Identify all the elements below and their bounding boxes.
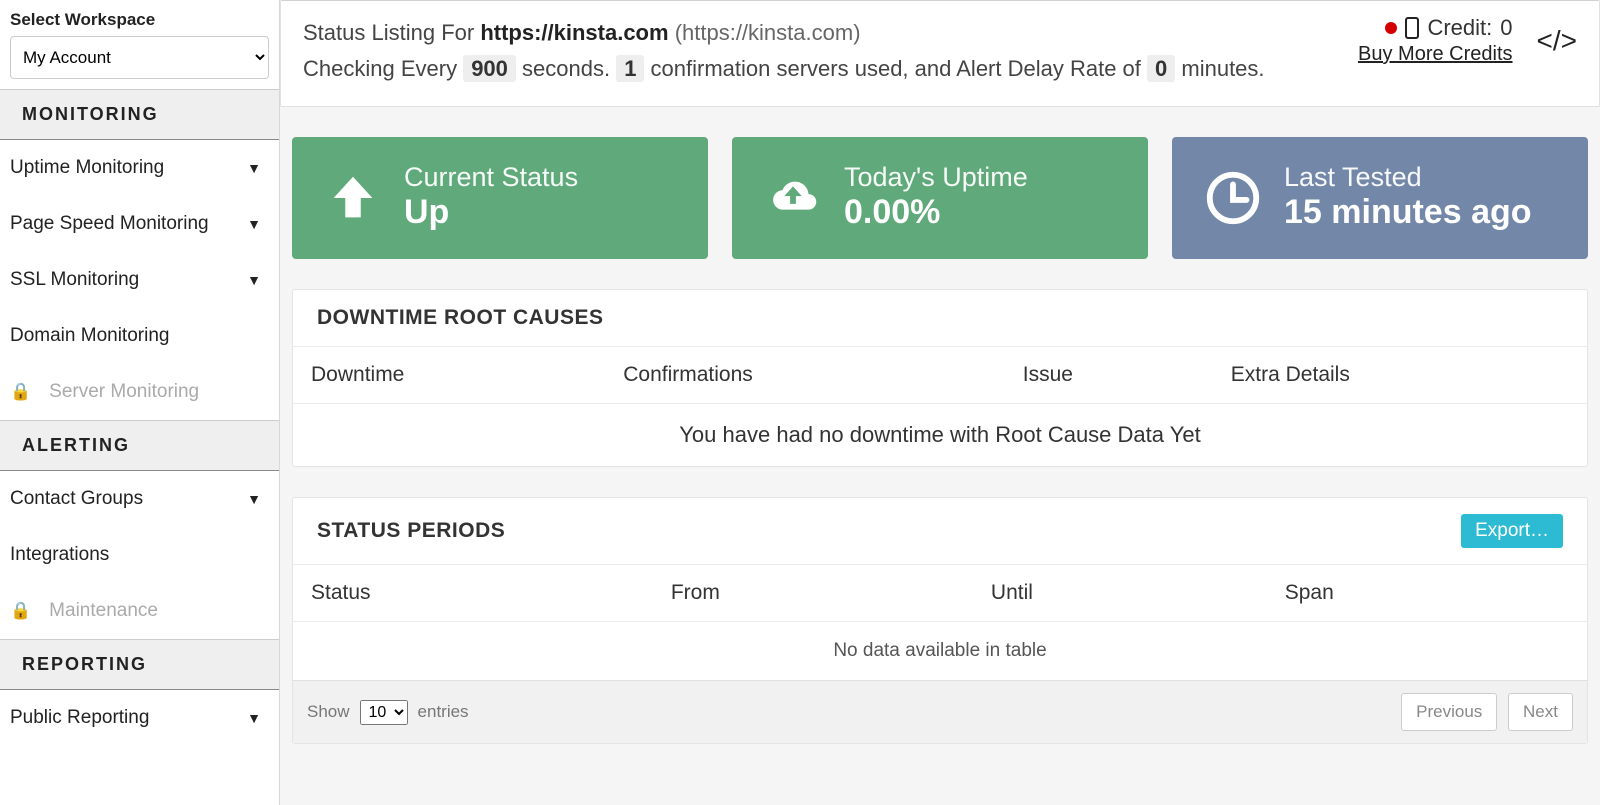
card-status-label: Current Status <box>404 163 578 193</box>
column-from: From <box>653 565 973 622</box>
lock-icon: 🔒 <box>10 601 31 621</box>
previous-button[interactable]: Previous <box>1401 693 1497 731</box>
chevron-down-icon: ▼ <box>247 272 261 288</box>
sidebar-item-public-reporting[interactable]: Public Reporting ▼ <box>0 690 279 746</box>
sidebar-item-label: Integrations <box>10 544 109 566</box>
sidebar-item-label: SSL Monitoring <box>10 269 139 291</box>
buy-credits-link[interactable]: Buy More Credits <box>1358 43 1513 66</box>
cloud-upload-icon <box>762 167 824 229</box>
sidebar-item-contact-groups[interactable]: Contact Groups ▼ <box>0 471 279 527</box>
sidebar-item-integrations[interactable]: Integrations <box>0 527 279 583</box>
downtime-title: DOWNTIME ROOT CAUSES <box>317 306 604 330</box>
sidebar-item-label: Contact Groups <box>10 488 143 510</box>
sidebar-item-label: Domain Monitoring <box>10 325 169 347</box>
sidebar-item-label: Server Monitoring <box>49 381 199 403</box>
periods-panel: STATUS PERIODS Export… StatusFromUntilSp… <box>292 497 1588 744</box>
column-status: Status <box>293 565 653 622</box>
delay-chip: 0 <box>1147 55 1175 82</box>
sidebar-item-page-speed-monitoring[interactable]: Page Speed Monitoring ▼ <box>0 196 279 252</box>
card-tested-value: 15 minutes ago <box>1284 192 1532 233</box>
main-content: Status Listing For https://kinsta.com (h… <box>280 0 1600 805</box>
status-dot-icon <box>1385 22 1397 34</box>
card-tested-label: Last Tested <box>1284 163 1532 193</box>
card-uptime-label: Today's Uptime <box>844 163 1028 193</box>
code-icon[interactable]: </> <box>1537 25 1577 57</box>
card-current-status: Current Status Up <box>292 137 708 259</box>
card-uptime-value: 0.00% <box>844 192 1028 233</box>
show-label: Show <box>307 702 350 722</box>
sidebar-item-uptime-monitoring[interactable]: Uptime Monitoring ▼ <box>0 140 279 196</box>
arrow-up-icon <box>322 167 384 229</box>
confirm-chip: 1 <box>616 55 644 82</box>
sidebar-item-label: Uptime Monitoring <box>10 157 164 179</box>
downtime-empty: You have had no downtime with Root Cause… <box>293 403 1587 466</box>
status-listing-bar: Status Listing For https://kinsta.com (h… <box>280 0 1600 107</box>
section-alerting: ALERTING <box>0 420 279 471</box>
delay-suffix: minutes. <box>1175 56 1264 81</box>
check-every-label: Checking Every <box>303 56 463 81</box>
entries-label: entries <box>418 702 469 722</box>
next-button[interactable]: Next <box>1508 693 1573 731</box>
downtime-panel: DOWNTIME ROOT CAUSES DowntimeConfirmatio… <box>292 289 1588 467</box>
column-issue: Issue <box>1005 347 1213 404</box>
chevron-down-icon: ▼ <box>247 216 261 232</box>
column-span: Span <box>1267 565 1587 622</box>
card-last-tested: Last Tested 15 minutes ago <box>1172 137 1588 259</box>
clock-icon <box>1202 167 1264 229</box>
column-downtime: Downtime <box>293 347 605 404</box>
column-extra-details: Extra Details <box>1213 347 1587 404</box>
lock-icon: 🔒 <box>10 382 31 402</box>
page-size-select[interactable]: 10 <box>360 700 408 725</box>
phone-icon <box>1405 17 1419 39</box>
chevron-down-icon: ▼ <box>247 160 261 176</box>
sidebar-item-maintenance: 🔒 Maintenance <box>0 583 279 639</box>
sidebar-item-domain-monitoring[interactable]: Domain Monitoring <box>0 308 279 364</box>
status-prefix: Status Listing For <box>303 20 480 45</box>
export-button[interactable]: Export… <box>1461 514 1563 548</box>
sidebar-item-label: Public Reporting <box>10 707 149 729</box>
workspace-label: Select Workspace <box>0 4 279 36</box>
seconds-suffix: seconds. <box>516 56 616 81</box>
sidebar-item-label: Maintenance <box>49 600 158 622</box>
credit-value: 0 <box>1500 15 1512 41</box>
status-url: https://kinsta.com <box>480 20 668 45</box>
sidebar-item-label: Page Speed Monitoring <box>10 213 209 235</box>
column-confirmations: Confirmations <box>605 347 1005 404</box>
chevron-down-icon: ▼ <box>247 710 261 726</box>
section-monitoring: MONITORING <box>0 89 279 140</box>
column-until: Until <box>973 565 1267 622</box>
status-url-paren: (https://kinsta.com) <box>675 20 861 45</box>
workspace-select[interactable]: My Account <box>10 36 269 79</box>
card-uptime: Today's Uptime 0.00% <box>732 137 1148 259</box>
sidebar-item-ssl-monitoring[interactable]: SSL Monitoring ▼ <box>0 252 279 308</box>
sidebar-item-server-monitoring: 🔒 Server Monitoring <box>0 364 279 420</box>
section-reporting: REPORTING <box>0 639 279 690</box>
seconds-chip: 900 <box>463 55 516 82</box>
periods-title: STATUS PERIODS <box>317 519 505 543</box>
card-status-value: Up <box>404 192 578 233</box>
credit-label: Credit: <box>1427 15 1492 41</box>
confirm-suffix: confirmation servers used, and Alert Del… <box>644 56 1147 81</box>
sidebar: Select Workspace My Account MONITORING U… <box>0 0 280 805</box>
periods-empty: No data available in table <box>293 621 1587 680</box>
chevron-down-icon: ▼ <box>247 491 261 507</box>
